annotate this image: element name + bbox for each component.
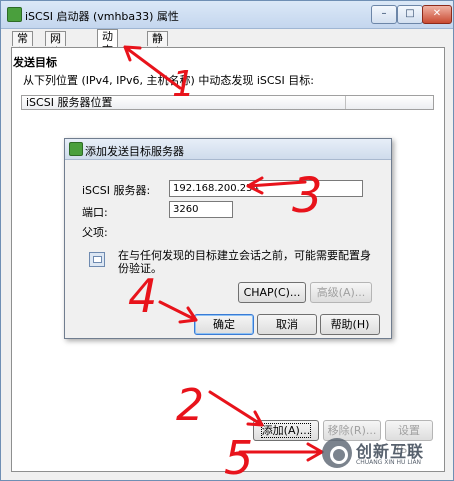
server-input[interactable]: 192.168.200.254 (169, 180, 363, 197)
dialog-title-bar[interactable]: 添加发送目标服务器 (65, 139, 391, 160)
tab-dynamic-discovery[interactable]: 动态发现 (97, 29, 118, 85)
properties-window: iSCSI 启动器 (vmhba33) 属性 – □ ✕ 常规 网络配置 动态发… (0, 0, 454, 481)
dialog-app-icon (69, 142, 83, 156)
window-title: iSCSI 启动器 (vmhba33) 属性 (25, 10, 179, 23)
info-icon (89, 252, 105, 267)
section-title: 发送目标 (13, 56, 57, 69)
watermark-subtitle: CHUANG XIN HU LIAN (356, 459, 422, 466)
tab-general[interactable]: 常规 (12, 31, 33, 59)
auth-note: 在与任何发现的目标建立会话之前，可能需要配置身份验证。 (118, 249, 371, 275)
server-list-header[interactable]: iSCSI 服务器位置 (21, 95, 434, 110)
ok-button[interactable]: 确定 (194, 314, 254, 335)
advanced-button[interactable]: 高级(A)... (310, 282, 372, 303)
watermark-logo-icon (322, 438, 352, 468)
watermark: 创新互联 CHUANG XIN HU LIAN (322, 436, 450, 472)
close-button[interactable]: ✕ (422, 5, 452, 24)
server-label: iSCSI 服务器: (82, 184, 151, 197)
dialog-title: 添加发送目标服务器 (85, 145, 184, 158)
port-label: 端口: (82, 206, 108, 219)
column-server-location: iSCSI 服务器位置 (26, 96, 113, 109)
help-button[interactable]: 帮助(H) (320, 314, 380, 335)
chap-button[interactable]: CHAP(C)... (238, 282, 306, 303)
app-icon (7, 7, 22, 22)
add-button-label: 添加(A)... (260, 423, 312, 438)
tab-network-config[interactable]: 网络配置 (45, 31, 66, 87)
title-bar[interactable]: iSCSI 启动器 (vmhba33) 属性 – □ ✕ (1, 1, 453, 29)
add-button[interactable]: 添加(A)... (253, 420, 319, 441)
minimize-button[interactable]: – (371, 5, 397, 24)
port-input[interactable]: 3260 (169, 201, 233, 218)
cancel-button[interactable]: 取消 (257, 314, 317, 335)
section-description: 从下列位置 (IPv4, IPv6, 主机名称) 中动态发现 iSCSI 目标: (23, 74, 314, 87)
add-target-server-dialog: 添加发送目标服务器 iSCSI 服务器: 192.168.200.254 端口:… (64, 138, 392, 339)
parent-label: 父项: (82, 226, 108, 239)
tab-static-discovery[interactable]: 静态发现 (147, 31, 168, 87)
column-separator[interactable] (345, 96, 346, 109)
maximize-button[interactable]: □ (397, 5, 423, 24)
